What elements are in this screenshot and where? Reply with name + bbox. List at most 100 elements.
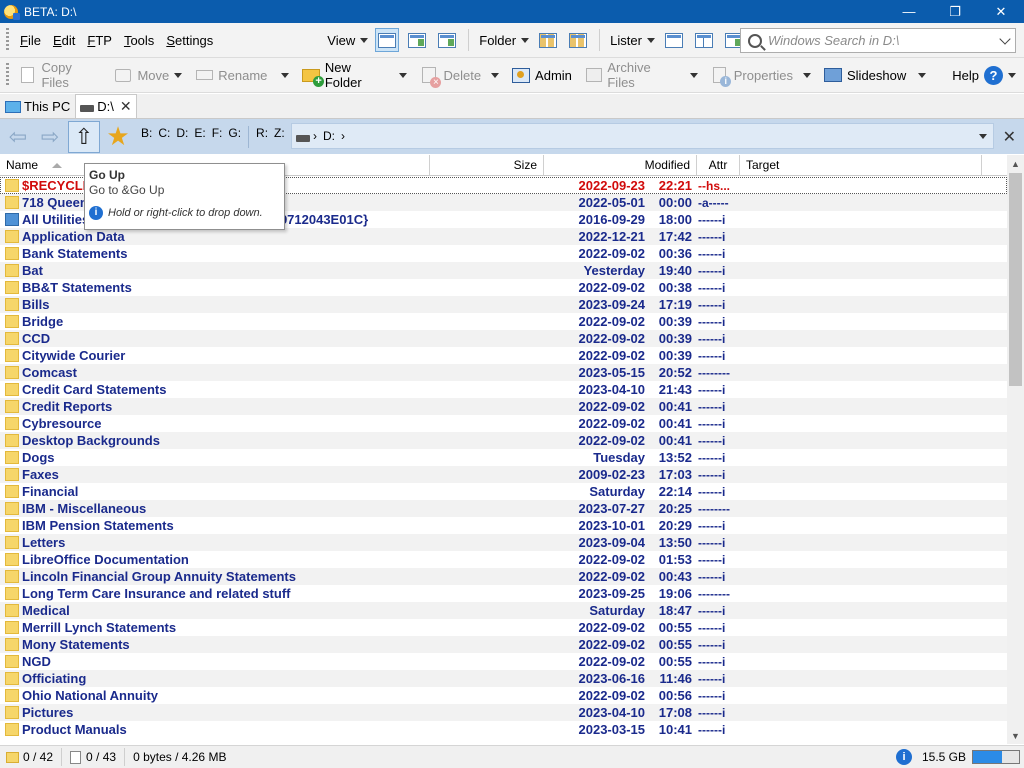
move-button[interactable]: Move <box>109 65 186 85</box>
menu-tools[interactable]: Tools <box>118 33 160 48</box>
close-window-button[interactable]: ✕ <box>978 0 1024 23</box>
info-icon[interactable]: i <box>895 749 912 765</box>
chevron-right-icon[interactable]: › <box>341 129 345 143</box>
favorites-star-icon[interactable]: ★ <box>104 121 132 151</box>
file-row[interactable]: Pictures 2023-04-10 17:08 ------i <box>0 704 1007 721</box>
single-display-button[interactable] <box>662 28 686 52</box>
scrollbar-thumb[interactable] <box>1009 173 1022 386</box>
tab-this-pc[interactable]: This PC <box>0 94 75 118</box>
go-up-button[interactable]: ⇧ <box>68 120 100 153</box>
file-row[interactable]: Credit Card Statements 2023-04-10 21:43 ---… <box>0 381 1007 398</box>
view-dropdown[interactable]: View <box>323 33 372 48</box>
chevron-down-icon[interactable] <box>689 72 698 78</box>
chevron-down-icon[interactable] <box>491 72 500 78</box>
tab-drive-d[interactable]: D:\ ✕ <box>75 94 137 118</box>
toolbar-grip[interactable] <box>6 63 9 87</box>
copy-files-button[interactable]: Copy Files <box>14 60 106 90</box>
menu-file[interactable]: File <box>14 33 47 48</box>
details-layout-button[interactable] <box>375 28 400 52</box>
chevron-down-icon[interactable] <box>281 72 290 78</box>
file-row[interactable]: Financial Saturday 22:14 ------i <box>0 483 1007 500</box>
admin-button[interactable]: Admin <box>507 65 576 85</box>
column-size[interactable]: Size <box>430 155 544 175</box>
file-row[interactable]: Bridge 2022-09-02 00:39 ------i <box>0 313 1007 330</box>
scroll-up-arrow-icon[interactable]: ▲ <box>1007 155 1024 172</box>
restore-button[interactable]: ❐ <box>932 0 978 23</box>
drive-button-e[interactable]: E: <box>191 126 208 148</box>
scroll-down-arrow-icon[interactable]: ▼ <box>1007 727 1024 744</box>
chevron-down-icon[interactable] <box>979 133 987 139</box>
chevron-down-icon[interactable] <box>174 72 183 78</box>
file-row[interactable]: Credit Reports 2022-09-02 00:41 ------i <box>0 398 1007 415</box>
help-button[interactable]: Help ? <box>948 65 1020 85</box>
vertical-scrollbar[interactable]: ▲ ▼ <box>1007 155 1024 744</box>
drive-button-f[interactable]: F: <box>209 126 226 148</box>
file-row[interactable]: IBM - Miscellaneous 2023-07-27 20:25 ------… <box>0 500 1007 517</box>
column-target[interactable]: Target <box>740 155 982 175</box>
minimize-button[interactable]: — <box>886 0 932 23</box>
folder-thumbnails-button[interactable] <box>536 28 560 52</box>
chevron-down-icon[interactable] <box>918 72 927 78</box>
directory-opus-app-icon[interactable] <box>4 4 20 20</box>
archive-files-button[interactable]: Archive Files <box>580 60 702 90</box>
file-row[interactable]: Faxes 2009-02-23 17:03 ------i <box>0 466 1007 483</box>
file-row[interactable]: IBM Pension Statements 2023-10-01 20:29 ---… <box>0 517 1007 534</box>
properties-button[interactable]: Properties <box>706 65 815 87</box>
file-row[interactable]: Merrill Lynch Statements 2022-09-02 00:55-… <box>0 619 1007 636</box>
file-row[interactable]: CCD 2022-09-02 00:39 ------i <box>0 330 1007 347</box>
column-modified[interactable]: Modified <box>544 155 697 175</box>
chevron-down-icon[interactable] <box>803 72 811 78</box>
folder-dropdown[interactable]: Folder <box>475 33 533 48</box>
file-row[interactable]: Desktop Backgrounds 2022-09-02 00:41 ------… <box>0 432 1007 449</box>
dual-display-button[interactable] <box>692 28 716 52</box>
delete-button[interactable]: Delete <box>415 65 503 88</box>
file-row[interactable]: Product Manuals 2023-03-15 10:41 ------i <box>0 721 1007 738</box>
breadcrumb-segment-d[interactable]: D: <box>317 129 341 143</box>
thumbnails-viewer-layout-button[interactable] <box>435 28 459 52</box>
file-row[interactable]: Bank Statements 2022-09-02 00:36 ------i <box>0 245 1007 262</box>
drive-button-r[interactable]: R: <box>253 126 271 148</box>
file-row[interactable]: Mony Statements 2022-09-02 00:55 ------i <box>0 636 1007 653</box>
menu-settings[interactable]: Settings <box>160 33 219 48</box>
drive-button-g[interactable]: G: <box>225 126 244 148</box>
chevron-down-icon[interactable] <box>999 32 1011 45</box>
file-list[interactable]: $RECYCLE.BIN 2022-09-23 22:21 --hs... 718 Qu… <box>0 177 1007 744</box>
file-row[interactable]: Comcast 2023-05-15 20:52 -------- <box>0 364 1007 381</box>
close-icon[interactable]: ✕ <box>1003 127 1016 147</box>
file-row[interactable]: Dogs Tuesday 13:52 ------i <box>0 449 1007 466</box>
file-row[interactable]: Application Data 2022-12-21 17:42 ------i <box>0 228 1007 245</box>
file-row[interactable]: Medical Saturday 18:47 ------i <box>0 602 1007 619</box>
toolbar-grip[interactable] <box>6 28 9 52</box>
file-row[interactable]: NGD 2022-09-02 00:55 ------i <box>0 653 1007 670</box>
file-row[interactable]: Lincoln Financial Group Annuity Statemen… <box>0 568 1007 585</box>
file-row[interactable]: Bills 2023-09-24 17:19 ------i <box>0 296 1007 313</box>
close-tab-icon[interactable]: ✕ <box>120 98 132 115</box>
breadcrumb[interactable]: › D: › <box>291 123 994 149</box>
menu-edit[interactable]: Edit <box>47 33 81 48</box>
details-viewer-layout-button[interactable] <box>405 28 429 52</box>
file-row[interactable]: Bat Yesterday 19:40 ------i <box>0 262 1007 279</box>
file-row[interactable]: Officiating 2023-06-16 11:46 ------i <box>0 670 1007 687</box>
rename-button[interactable]: Rename <box>190 65 293 85</box>
chevron-down-icon[interactable] <box>399 72 408 78</box>
drive-button-z[interactable]: Z: <box>271 126 288 148</box>
drive-button-d[interactable]: D: <box>173 126 191 148</box>
column-attr[interactable]: Attr <box>697 155 740 175</box>
back-button[interactable]: ⇦ <box>4 123 32 151</box>
slideshow-button[interactable]: Slideshow <box>819 65 930 85</box>
new-folder-button[interactable]: New Folder <box>297 60 411 90</box>
file-row[interactable]: Long Term Care Insurance and related stu… <box>0 585 1007 602</box>
menu-ftp[interactable]: FTP <box>81 33 118 48</box>
drive-button-b[interactable]: B: <box>138 126 155 148</box>
file-row[interactable]: BB&T Statements 2022-09-02 00:38 ------i <box>0 279 1007 296</box>
chevron-down-icon[interactable] <box>1008 72 1017 78</box>
file-row[interactable]: Ohio National Annuity 2022-09-02 00:56 ----… <box>0 687 1007 704</box>
forward-button[interactable]: ⇨ <box>36 123 64 151</box>
file-row[interactable]: Citywide Courier 2022-09-02 00:39 ------i <box>0 347 1007 364</box>
drive-button-c[interactable]: C: <box>155 126 173 148</box>
folder-grid-button[interactable] <box>566 28 590 52</box>
lister-dropdown[interactable]: Lister <box>606 33 659 48</box>
file-row[interactable]: Letters 2023-09-04 13:50 ------i <box>0 534 1007 551</box>
file-row[interactable]: Cybresource 2022-09-02 00:41 ------i <box>0 415 1007 432</box>
file-row[interactable]: LibreOffice Documentation 2022-09-02 01:53… <box>0 551 1007 568</box>
